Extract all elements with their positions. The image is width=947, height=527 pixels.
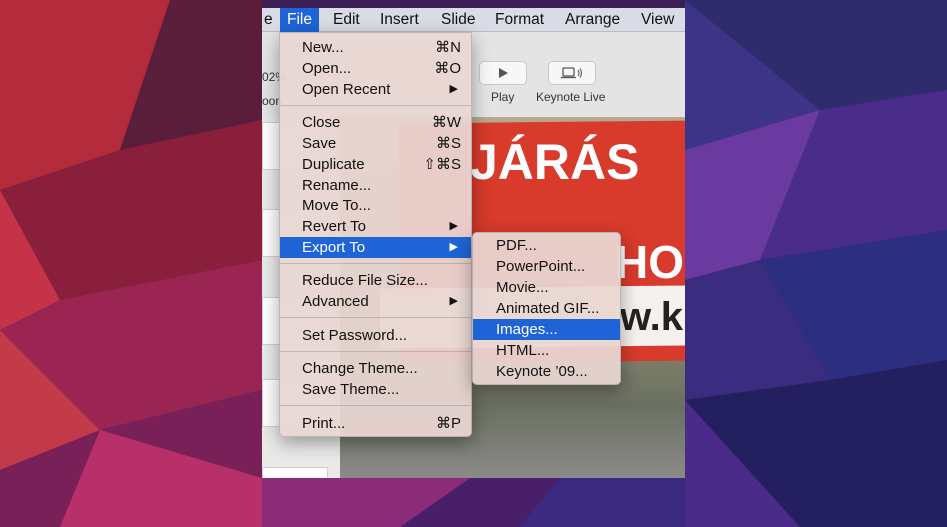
menu-item-change-theme[interactable]: Change Theme...: [280, 358, 471, 379]
keynote-live-button[interactable]: [548, 61, 596, 85]
keynote-live-icon: [561, 67, 583, 79]
menu-item-label: PDF...: [496, 237, 537, 254]
menu-item-move-to[interactable]: Move To...: [280, 195, 471, 216]
menu-item-close[interactable]: Close ⌘W: [280, 112, 471, 133]
menu-item-label: Keynote ’09...: [496, 363, 588, 380]
menu-item-label: New...: [302, 39, 344, 56]
menu-item-label: Print...: [302, 415, 346, 432]
play-label: Play: [491, 90, 515, 104]
submenu-arrow-icon: ▶: [449, 295, 458, 307]
menubar-item-arrange[interactable]: Arrange: [558, 8, 627, 32]
export-item-pdf[interactable]: PDF...: [473, 235, 620, 256]
menu-item-label: Open Recent: [302, 81, 391, 98]
menu-item-save-theme[interactable]: Save Theme...: [280, 379, 471, 400]
export-item-html[interactable]: HTML...: [473, 340, 620, 361]
export-item-movie[interactable]: Movie...: [473, 277, 620, 298]
slide-text-line3: w.k: [620, 295, 683, 339]
export-item-powerpoint[interactable]: PowerPoint...: [473, 256, 620, 277]
export-item-images[interactable]: Images...: [473, 319, 620, 340]
menu-item-rename[interactable]: Rename...: [280, 175, 471, 196]
menubar-item-file[interactable]: File: [280, 8, 319, 32]
menu-item-label: Set Password...: [302, 327, 408, 344]
play-button[interactable]: [479, 61, 527, 85]
menubar-item-format[interactable]: Format: [488, 8, 551, 32]
menubar-item-slide[interactable]: Slide: [434, 8, 482, 32]
menu-item-save[interactable]: Save ⌘S: [280, 133, 471, 154]
menu-item-label: HTML...: [496, 342, 550, 359]
menu-separator: [280, 405, 471, 406]
menu-item-open-recent[interactable]: Open Recent ▶: [280, 79, 471, 100]
shortcut-label: ⇧⌘S: [423, 156, 461, 173]
keynote-screenshot: 02% oon Play Keynote Live JÁRÁS HO w.k e…: [262, 8, 685, 478]
file-menu: New... ⌘N Open... ⌘O Open Recent ▶ Close…: [279, 32, 472, 437]
menu-separator: [280, 351, 471, 352]
menu-item-label: Move To...: [302, 197, 371, 214]
menu-item-label: Revert To: [302, 218, 366, 235]
menu-item-revert-to[interactable]: Revert To ▶: [280, 216, 471, 237]
menu-item-print[interactable]: Print... ⌘P: [280, 413, 471, 434]
menu-item-export-to[interactable]: Export To ▶: [280, 237, 471, 258]
slide-text-line1: JÁRÁS: [470, 134, 640, 190]
submenu-arrow-icon: ▶: [449, 220, 458, 232]
export-item-keynote-09[interactable]: Keynote ’09...: [473, 361, 620, 382]
menubar-item-view[interactable]: View: [634, 8, 681, 32]
menu-item-reduce-file-size[interactable]: Reduce File Size...: [280, 270, 471, 291]
shortcut-label: ⌘S: [435, 135, 461, 152]
menubar-item-keynote[interactable]: e: [262, 8, 280, 32]
menu-item-open[interactable]: Open... ⌘O: [280, 58, 471, 79]
menu-item-label: Save: [302, 135, 337, 152]
menu-item-new[interactable]: New... ⌘N: [280, 37, 471, 58]
menu-item-label: Animated GIF...: [496, 300, 600, 317]
slide-text-line2: HO: [615, 236, 684, 288]
menu-item-label: Save Theme...: [302, 381, 400, 398]
submenu-arrow-icon: ▶: [449, 83, 458, 95]
menu-item-label: Movie...: [496, 279, 549, 296]
menubar-item-insert[interactable]: Insert: [373, 8, 426, 32]
menu-separator: [280, 317, 471, 318]
menu-bar: e File Edit Insert Slide Format Arrange …: [262, 8, 685, 32]
shortcut-label: ⌘P: [435, 415, 461, 432]
submenu-arrow-icon: ▶: [449, 241, 458, 253]
menu-item-label: PowerPoint...: [496, 258, 586, 275]
play-icon: [499, 68, 508, 78]
menu-item-label: Reduce File Size...: [302, 272, 428, 289]
menu-item-set-password[interactable]: Set Password...: [280, 325, 471, 346]
menu-item-label: Advanced: [302, 293, 369, 310]
menu-separator: [280, 105, 471, 106]
shortcut-label: ⌘N: [435, 39, 461, 56]
menu-item-duplicate[interactable]: Duplicate ⇧⌘S: [280, 154, 471, 175]
export-item-animated-gif[interactable]: Animated GIF...: [473, 298, 620, 319]
shortcut-label: ⌘W: [431, 114, 461, 131]
menu-item-label: Duplicate: [302, 156, 365, 173]
menu-item-label: Change Theme...: [302, 360, 418, 377]
menu-item-label: Rename...: [302, 177, 372, 194]
export-to-submenu: PDF... PowerPoint... Movie... Animated G…: [472, 232, 621, 385]
slide-thumbnail[interactable]: [262, 467, 328, 478]
menubar-item-edit[interactable]: Edit: [326, 8, 367, 32]
menu-item-advanced[interactable]: Advanced ▶: [280, 291, 471, 312]
menu-item-label: Open...: [302, 60, 352, 77]
menu-item-label: Export To: [302, 239, 366, 256]
menu-item-label: Close: [302, 114, 341, 131]
keynote-live-label: Keynote Live: [536, 90, 606, 104]
shortcut-label: ⌘O: [434, 60, 461, 77]
menu-item-label: Images...: [496, 321, 558, 338]
menu-separator: [280, 263, 471, 264]
